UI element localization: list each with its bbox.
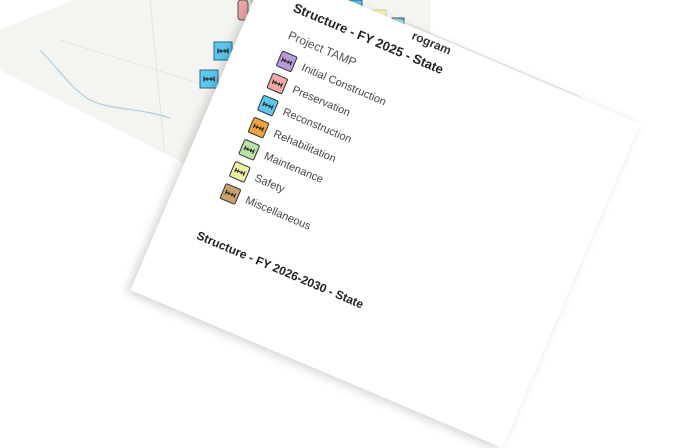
bridge-icon	[241, 141, 258, 158]
legend-next-section-title: Structure - FY 2026-2030 - State	[194, 228, 366, 312]
legend-list: Initial Construction Preservation Recons…	[218, 47, 390, 247]
bridge-icon	[231, 163, 248, 180]
bridge-icon	[222, 185, 239, 202]
legend-swatch	[247, 116, 270, 139]
bridge-icon	[278, 52, 295, 69]
bridge-icon	[260, 97, 277, 114]
bridge-icon	[250, 119, 267, 136]
legend-swatch	[275, 49, 299, 73]
legend-swatch	[219, 182, 242, 205]
legend-swatch	[228, 160, 252, 183]
legend-swatch	[238, 138, 261, 161]
legend-swatch	[257, 93, 280, 117]
bridge-marker[interactable]	[199, 69, 219, 89]
bridge-icon	[269, 75, 286, 92]
legend-swatch	[266, 71, 289, 95]
